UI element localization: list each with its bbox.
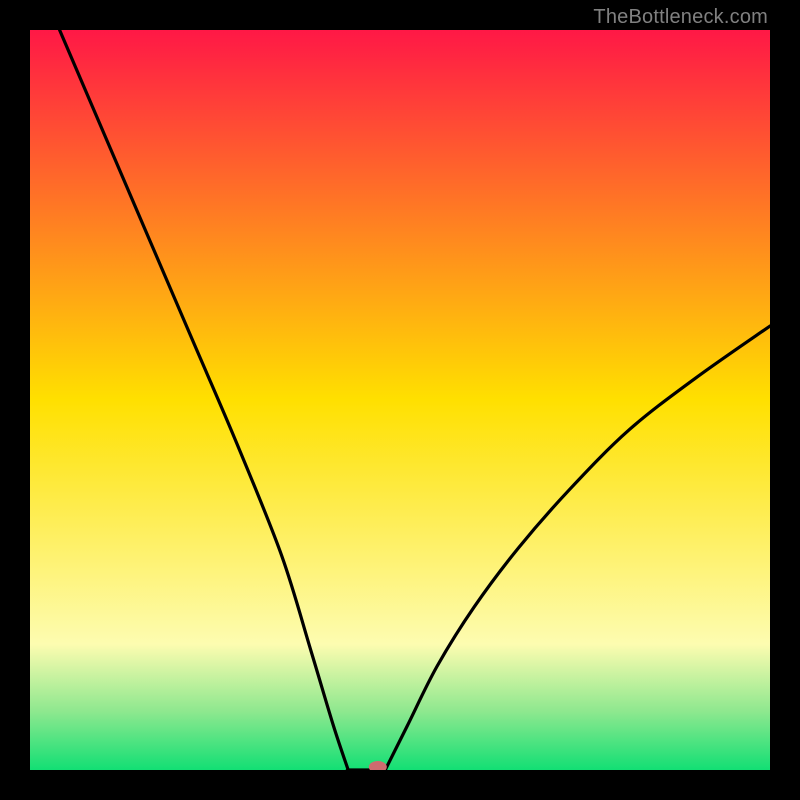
plot-area [30,30,770,770]
chart-frame: TheBottleneck.com [0,0,800,800]
watermark-text: TheBottleneck.com [593,6,768,29]
minimum-marker [369,761,387,770]
bottleneck-curve [30,30,770,770]
